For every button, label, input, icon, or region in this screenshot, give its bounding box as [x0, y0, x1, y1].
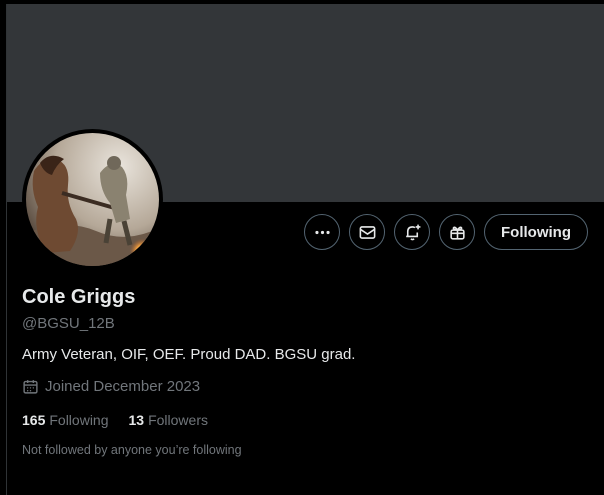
user-handle: @BGSU_12B [22, 315, 115, 332]
more-button[interactable] [304, 214, 341, 250]
joined-text: Joined December 2023 [45, 378, 201, 395]
followers-count: 13 [128, 412, 145, 428]
subscribe-button[interactable] [439, 214, 476, 250]
more-dots-icon [314, 230, 330, 234]
mail-icon [359, 225, 375, 239]
avatar-image [26, 133, 159, 266]
display-name: Cole Griggs [22, 286, 136, 308]
calendar-icon [23, 380, 38, 394]
gift-icon [449, 226, 465, 240]
following-stat[interactable]: 165 Following [22, 412, 109, 428]
joined-date: Joined December 2023 [22, 378, 200, 395]
profile-actions: Following [304, 214, 588, 250]
followers-stat[interactable]: 13 Followers [129, 412, 208, 428]
followers-label: Followers [148, 412, 208, 428]
message-button[interactable] [349, 214, 386, 250]
follow-stats: 165 Following 13 Followers [22, 412, 208, 428]
column-divider [6, 202, 7, 495]
following-button[interactable]: Following [484, 214, 588, 250]
bell-plus-icon [405, 224, 420, 240]
profile-bio: Army Veteran, OIF, OEF. Proud DAD. BGSU … [22, 346, 356, 363]
following-count: 165 [22, 412, 46, 428]
profile-page: Following Cole Griggs @BGSU_12B Army Vet… [0, 0, 604, 495]
following-label: Following [49, 412, 109, 428]
notify-button[interactable] [394, 214, 431, 250]
mutuals-note: Not followed by anyone you’re following [22, 443, 242, 457]
avatar[interactable] [26, 133, 159, 266]
